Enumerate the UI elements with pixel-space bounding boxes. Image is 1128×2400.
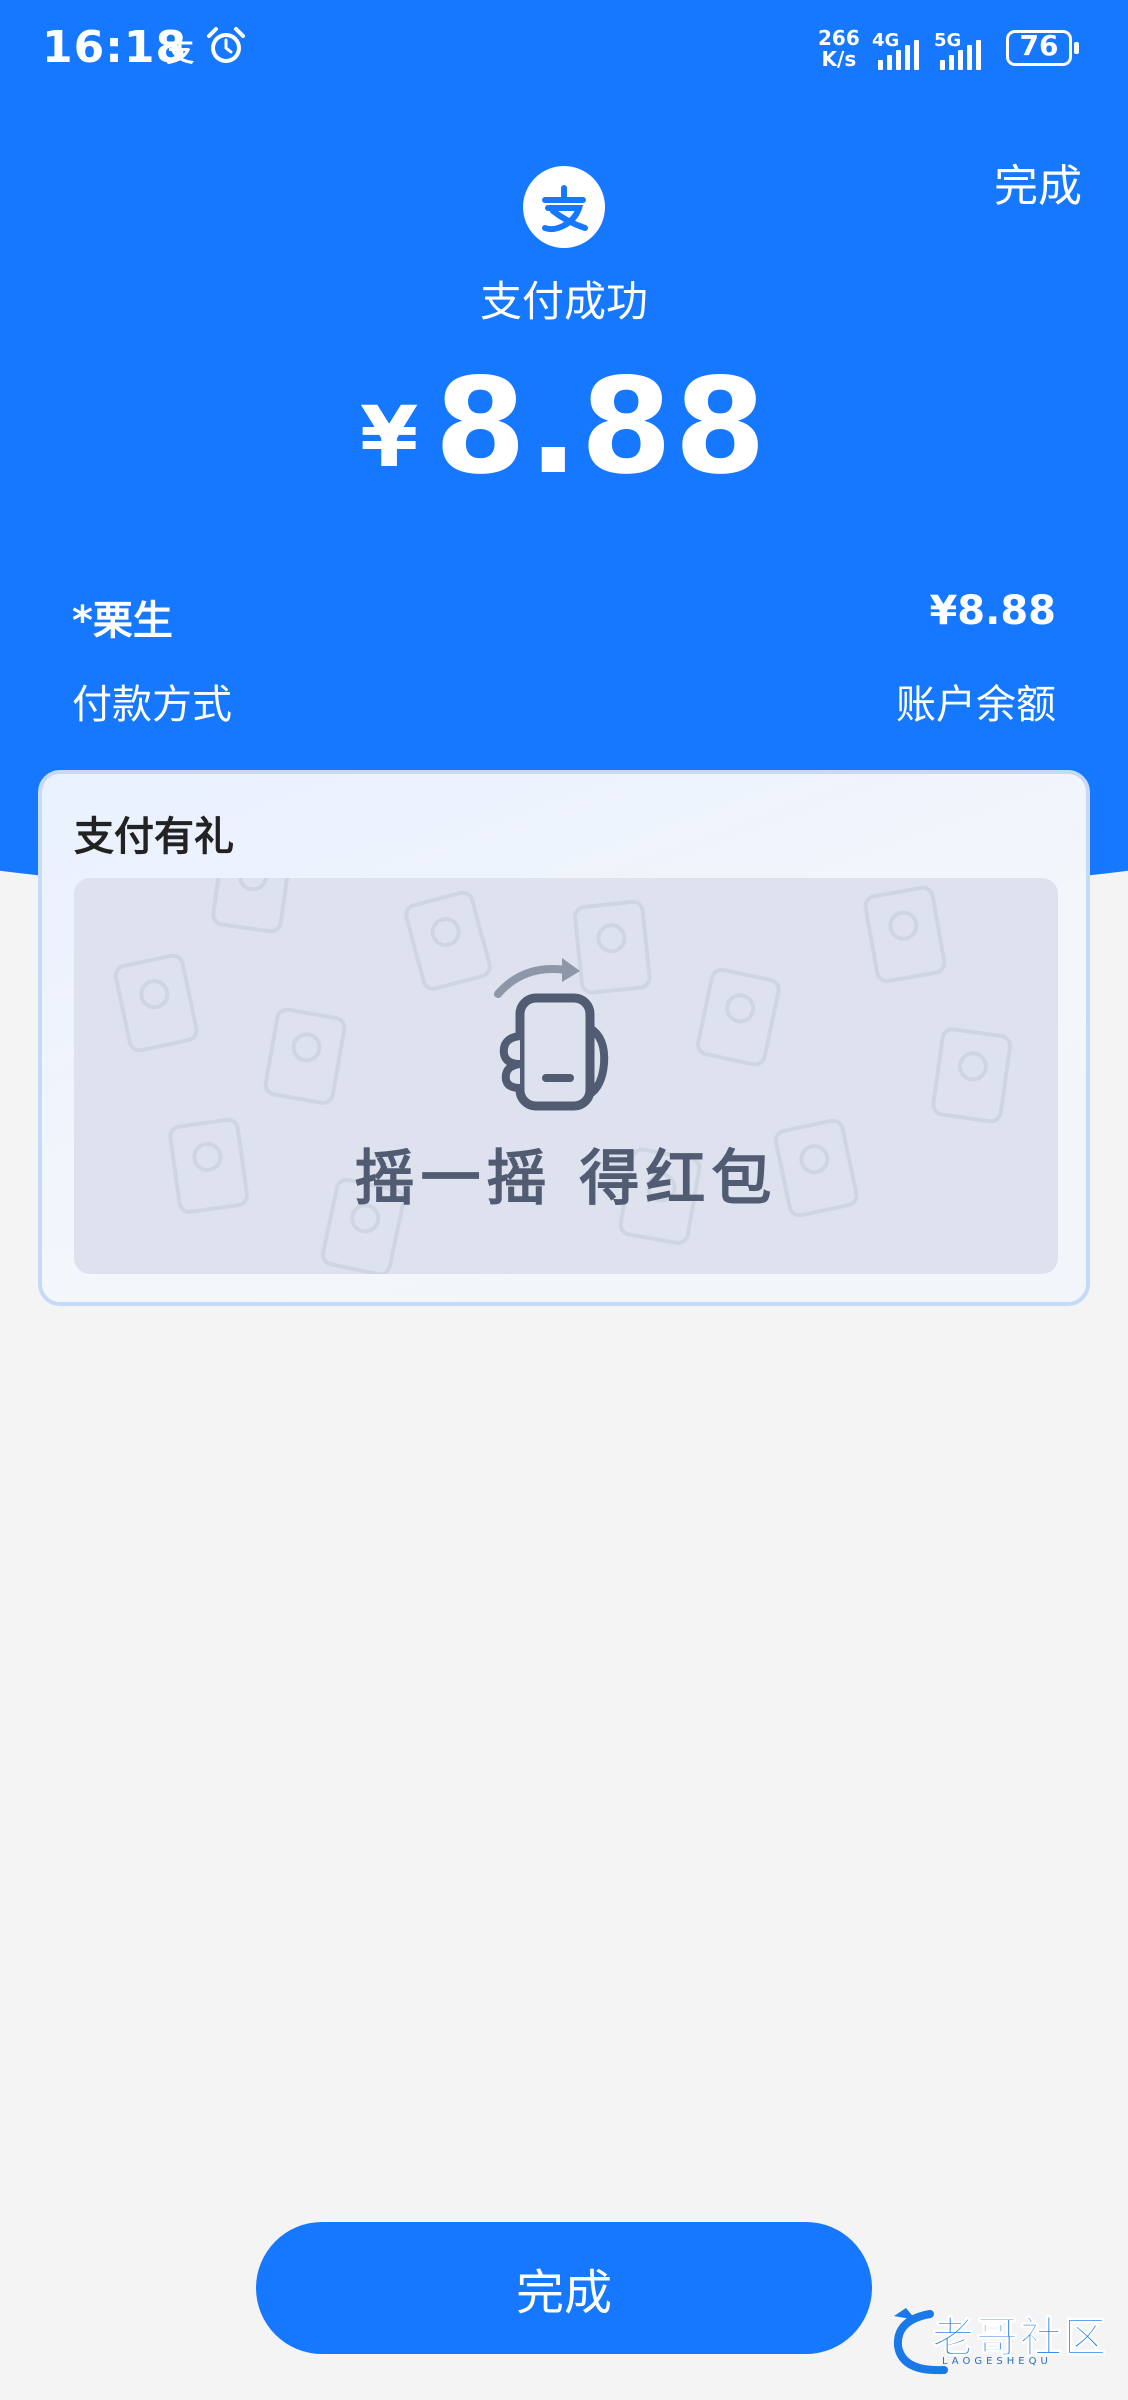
shake-red-packet-banner[interactable]: 摇一摇 得红包 <box>74 878 1058 1274</box>
network-speed-value: 266 <box>818 26 860 50</box>
watermark-logo: 老哥社区 LAOGESHEQU <box>890 2300 1120 2380</box>
network-speed-unit: K/s <box>821 47 857 71</box>
alipay-notification-icon: 支 <box>166 35 195 68</box>
shake-phone-icon <box>494 958 609 1111</box>
payment-amount: ¥8.88 <box>0 350 1128 504</box>
network-speed: 266 K/s <box>818 28 860 70</box>
payee-amount: ¥8.88 <box>929 588 1056 634</box>
payee-row: *栗生 ¥8.88 <box>72 588 1056 646</box>
done-button[interactable]: 完成 <box>256 2222 872 2354</box>
payment-status-text: 支付成功 <box>479 277 648 326</box>
signal-4g-icon: 4G <box>872 30 928 70</box>
payee-name: *栗生 <box>72 598 173 644</box>
done-link[interactable]: 完成 <box>994 150 1082 214</box>
alipay-logo-icon <box>523 166 605 248</box>
payment-method-row: 付款方式 账户余额 <box>72 672 1056 730</box>
battery-icon: 76 <box>1006 29 1079 66</box>
payment-gift-card: 支付有礼 摇一摇 得红包 <box>38 770 1090 1306</box>
battery-level: 76 <box>1019 29 1059 62</box>
alipay-logo-glyph <box>542 185 588 233</box>
payment-method-value: 账户余额 <box>896 682 1056 728</box>
amount-value: 8.88 <box>434 350 769 504</box>
watermark-subtext: LAOGESHEQU <box>942 2356 1052 2367</box>
signal-5g-icon: 5G <box>934 30 990 70</box>
shake-action-text: 摇一摇 得红包 <box>354 1144 778 1214</box>
alarm-icon <box>207 27 245 63</box>
gift-card-title: 支付有礼 <box>74 814 234 860</box>
currency-symbol: ¥ <box>359 388 419 486</box>
payment-method-label: 付款方式 <box>72 682 232 728</box>
payment-success-screen: 16:18 支 266 K/s 4G 5G 76 完成 支付成功 ¥ 8.88 … <box>0 0 1128 2400</box>
status-bar: 16:18 支 266 K/s 4G 5G 76 <box>0 0 1128 100</box>
